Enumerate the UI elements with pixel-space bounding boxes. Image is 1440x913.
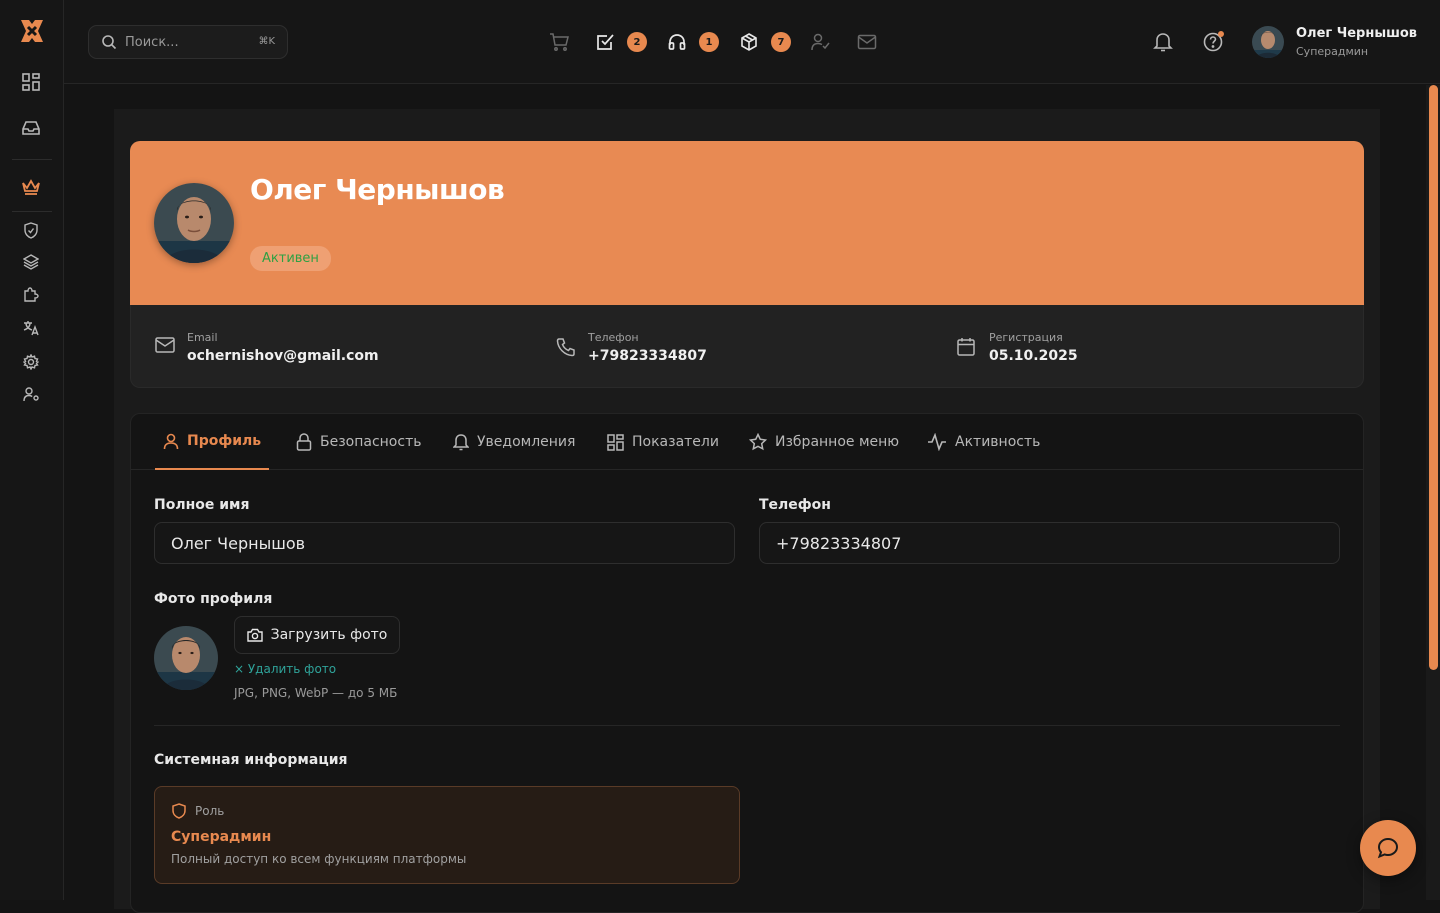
tab-label: Активность bbox=[955, 434, 1041, 450]
support-badge: 1 bbox=[699, 32, 719, 52]
bell-icon bbox=[453, 434, 469, 451]
tab-profile[interactable]: Профиль bbox=[155, 414, 270, 470]
dashboard-icon bbox=[607, 433, 624, 451]
photo-hint: JPG, PNG, WebP — до 5 МБ bbox=[234, 686, 398, 700]
mail-icon bbox=[155, 337, 175, 357]
topbar: Поиск... ⌘K 2 1 7 Олег Чернышов Суперадм… bbox=[64, 0, 1440, 84]
tab-metrics[interactable]: Показатели bbox=[599, 414, 727, 470]
tab-label: Избранное меню bbox=[775, 434, 900, 450]
cart-icon[interactable] bbox=[548, 31, 570, 53]
package-icon[interactable] bbox=[738, 31, 760, 53]
phone-input[interactable] bbox=[759, 522, 1340, 564]
user-name: Олег Чернышов bbox=[1296, 26, 1418, 41]
contact-info-card: Email ochernishov@gmail.com Телефон +798… bbox=[130, 305, 1364, 388]
calendar-icon bbox=[957, 337, 975, 360]
tab-security[interactable]: Безопасность bbox=[288, 414, 429, 470]
gear-icon[interactable] bbox=[20, 351, 42, 373]
profile-header: Олег Чернышов Активен bbox=[130, 141, 1364, 305]
puzzle-icon[interactable] bbox=[20, 283, 42, 305]
search-input[interactable]: Поиск... ⌘K bbox=[88, 25, 288, 59]
user-check-icon[interactable] bbox=[810, 31, 832, 53]
search-placeholder: Поиск... bbox=[125, 35, 179, 50]
orders-badge: 7 bbox=[771, 32, 791, 52]
phone-label: Телефон bbox=[588, 331, 639, 344]
tasks-icon[interactable] bbox=[594, 31, 616, 53]
photo-preview bbox=[154, 626, 218, 690]
user-icon bbox=[163, 433, 179, 449]
tab-label: Профиль bbox=[187, 433, 262, 449]
registration-label: Регистрация bbox=[989, 331, 1063, 344]
tasks-badge: 2 bbox=[627, 32, 647, 52]
role-description: Полный доступ ко всем функциям платформы bbox=[171, 852, 467, 866]
search-shortcut: ⌘K bbox=[258, 36, 275, 47]
tab-label: Показатели bbox=[632, 434, 719, 450]
divider bbox=[154, 725, 1340, 726]
phone-value: +79823334807 bbox=[588, 348, 707, 364]
chat-icon bbox=[1377, 837, 1399, 859]
tab-notifications[interactable]: Уведомления bbox=[445, 414, 583, 470]
photo-label: Фото профиля bbox=[154, 591, 273, 607]
user-settings-icon[interactable] bbox=[20, 383, 42, 405]
upload-photo-button[interactable]: Загрузить фото bbox=[234, 616, 400, 654]
scrollbar[interactable] bbox=[1429, 85, 1438, 670]
crown-icon[interactable] bbox=[20, 176, 42, 198]
activity-icon bbox=[928, 433, 946, 451]
layers-icon[interactable] bbox=[20, 251, 42, 273]
phone-icon bbox=[556, 337, 576, 361]
role-value: Суперадмин bbox=[171, 829, 272, 845]
user-role: Суперадмин bbox=[1296, 45, 1369, 58]
tab-label: Безопасность bbox=[320, 434, 422, 450]
system-info-title: Системная информация bbox=[154, 752, 348, 768]
upload-photo-label: Загрузить фото bbox=[270, 627, 388, 643]
role-label: Роль bbox=[195, 804, 225, 818]
logo-icon[interactable] bbox=[19, 18, 45, 44]
lock-icon bbox=[296, 433, 312, 451]
role-card: Роль Суперадмин Полный доступ ко всем фу… bbox=[154, 786, 740, 884]
mail-icon[interactable] bbox=[856, 31, 878, 53]
email-label: Email bbox=[187, 331, 218, 344]
star-icon bbox=[749, 433, 767, 451]
profile-panel: Профиль Безопасность Уведомления Показат… bbox=[130, 413, 1364, 913]
tab-label: Уведомления bbox=[477, 434, 576, 450]
registration-date: 05.10.2025 bbox=[989, 348, 1078, 364]
search-icon bbox=[101, 34, 117, 54]
full-name-label: Полное имя bbox=[154, 497, 250, 513]
status-badge: Активен bbox=[250, 246, 331, 271]
delete-photo-link[interactable]: × Удалить фото bbox=[234, 662, 336, 676]
chat-button[interactable] bbox=[1360, 820, 1416, 876]
dashboard-icon[interactable] bbox=[20, 71, 42, 93]
shield-icon bbox=[172, 803, 186, 823]
email-value: ochernishov@gmail.com bbox=[187, 348, 379, 364]
profile-avatar bbox=[154, 183, 234, 263]
tab-bar: Профиль Безопасность Уведомления Показат… bbox=[131, 414, 1363, 470]
shield-icon[interactable] bbox=[20, 219, 42, 241]
avatar[interactable] bbox=[1252, 26, 1284, 58]
bell-icon[interactable] bbox=[1152, 31, 1174, 53]
headset-icon[interactable] bbox=[666, 31, 688, 53]
camera-icon bbox=[246, 628, 263, 642]
full-name-input[interactable] bbox=[154, 522, 735, 564]
translate-icon[interactable] bbox=[20, 317, 42, 339]
help-icon[interactable] bbox=[1202, 31, 1224, 53]
sidebar bbox=[0, 0, 64, 900]
tab-favorites[interactable]: Избранное меню bbox=[741, 414, 907, 470]
inbox-icon[interactable] bbox=[20, 117, 42, 139]
tab-activity[interactable]: Активность bbox=[919, 414, 1048, 470]
phone-field-label: Телефон bbox=[759, 497, 831, 513]
profile-name: Олег Чернышов bbox=[250, 173, 505, 206]
